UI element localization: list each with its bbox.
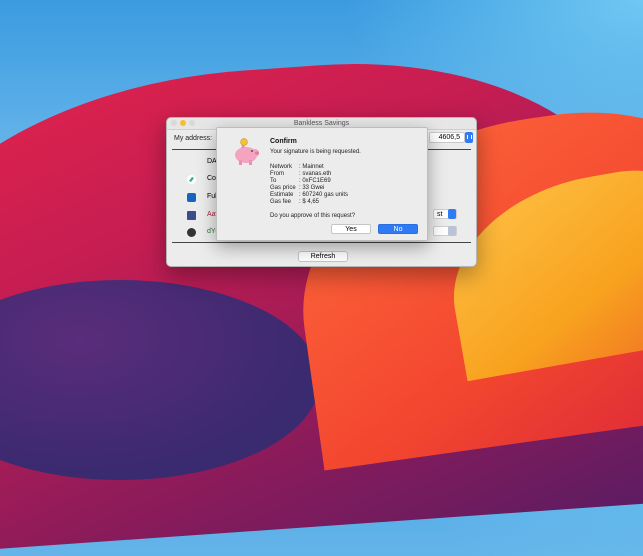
- fulcrum-icon: [187, 193, 196, 202]
- detail-from: From: svanas.eth: [270, 171, 332, 177]
- piggy-bank-icon: [231, 138, 261, 166]
- divider-bottom: [172, 242, 471, 243]
- detail-gas-price: Gas price: 33 Gwei: [270, 185, 325, 191]
- yes-button[interactable]: Yes: [331, 224, 371, 234]
- balance-field[interactable]: 4606,5: [429, 132, 465, 143]
- dydx-stepper: [448, 226, 456, 236]
- detail-network: Network: Mainnet: [270, 164, 324, 170]
- confirm-dialog: Confirm Your signature is being requeste…: [216, 127, 428, 241]
- refresh-button[interactable]: Refresh: [298, 251, 348, 262]
- aave-stepper[interactable]: [448, 209, 456, 219]
- aave-icon: [187, 211, 196, 220]
- no-button[interactable]: No: [378, 224, 418, 234]
- dialog-message: Your signature is being requested.: [270, 149, 361, 155]
- approval-question: Do you approve of this request?: [270, 213, 356, 219]
- compound-icon: [187, 175, 196, 184]
- detail-estimate: Estimate: 607240 gas units: [270, 192, 349, 198]
- dydx-icon: [187, 228, 196, 237]
- detail-to: To: 0xFC1E69: [270, 178, 331, 184]
- detail-gas-fee: Gas fee: $ 4,65: [270, 199, 320, 205]
- balance-stepper[interactable]: [465, 132, 473, 143]
- address-label: My address:: [174, 135, 213, 142]
- transaction-details: Network: Mainnet From: svanas.eth To: 0x…: [270, 164, 348, 206]
- dialog-title: Confirm: [270, 138, 297, 145]
